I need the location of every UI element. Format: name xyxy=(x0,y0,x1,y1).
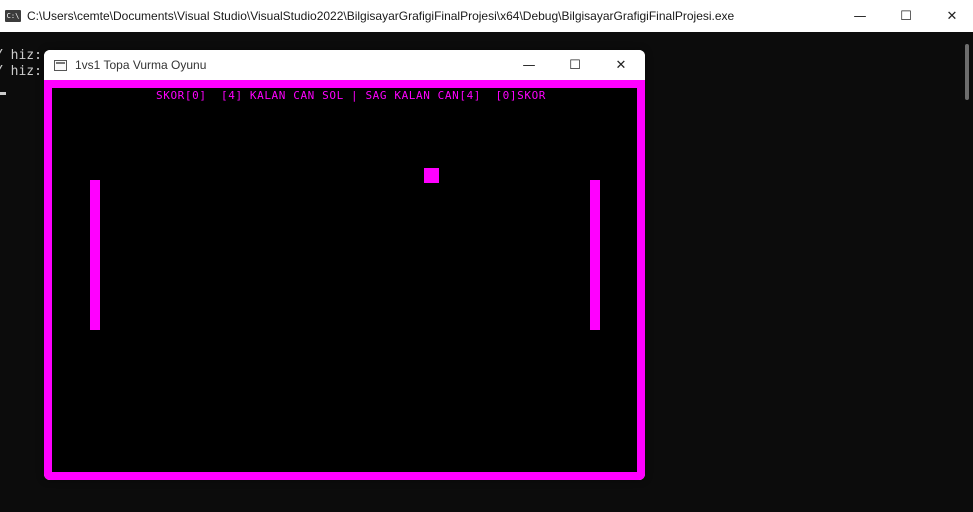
game-maximize-button[interactable]: ☐ xyxy=(552,50,598,80)
game-field: SKOR[0] [4] KALAN CAN SOL | SAG KALAN CA… xyxy=(52,88,637,472)
console-line: Y hiz: xyxy=(0,64,42,79)
game-close-button[interactable]: ✕ xyxy=(598,50,644,80)
ball xyxy=(424,168,439,183)
game-title: 1vs1 Topa Vurma Oyunu xyxy=(75,58,207,72)
right-paddle xyxy=(590,180,600,330)
game-minimize-button[interactable]: — xyxy=(506,50,552,80)
game-titlebar[interactable]: 1vs1 Topa Vurma Oyunu — ☐ ✕ xyxy=(44,50,645,80)
left-paddle xyxy=(90,180,100,330)
score-line: SKOR[0] [4] KALAN CAN SOL | SAG KALAN CA… xyxy=(156,89,547,102)
console-icon: C:\ xyxy=(5,10,21,22)
window-app-icon xyxy=(54,59,67,71)
console-title: C:\Users\cemte\Documents\Visual Studio\V… xyxy=(27,9,735,23)
game-canvas[interactable]: SKOR[0] [4] KALAN CAN SOL | SAG KALAN CA… xyxy=(44,80,645,480)
console-maximize-button[interactable]: ☐ xyxy=(883,0,929,32)
console-titlebar[interactable]: C:\ C:\Users\cemte\Documents\Visual Stud… xyxy=(0,0,973,32)
game-window-controls: — ☐ ✕ xyxy=(506,50,644,80)
console-minimize-button[interactable]: — xyxy=(837,0,883,32)
game-window: 1vs1 Topa Vurma Oyunu — ☐ ✕ SKOR[0] [4] … xyxy=(44,50,645,480)
console-scrollbar[interactable] xyxy=(961,32,973,512)
console-close-button[interactable]: ✕ xyxy=(929,0,973,32)
console-window-controls: — ☐ ✕ xyxy=(837,0,973,32)
console-output: Y hiz:Y hiz: xyxy=(0,48,42,80)
console-line: Y hiz: xyxy=(0,48,42,63)
console-scroll-thumb[interactable] xyxy=(965,44,969,100)
console-cursor xyxy=(0,92,6,95)
